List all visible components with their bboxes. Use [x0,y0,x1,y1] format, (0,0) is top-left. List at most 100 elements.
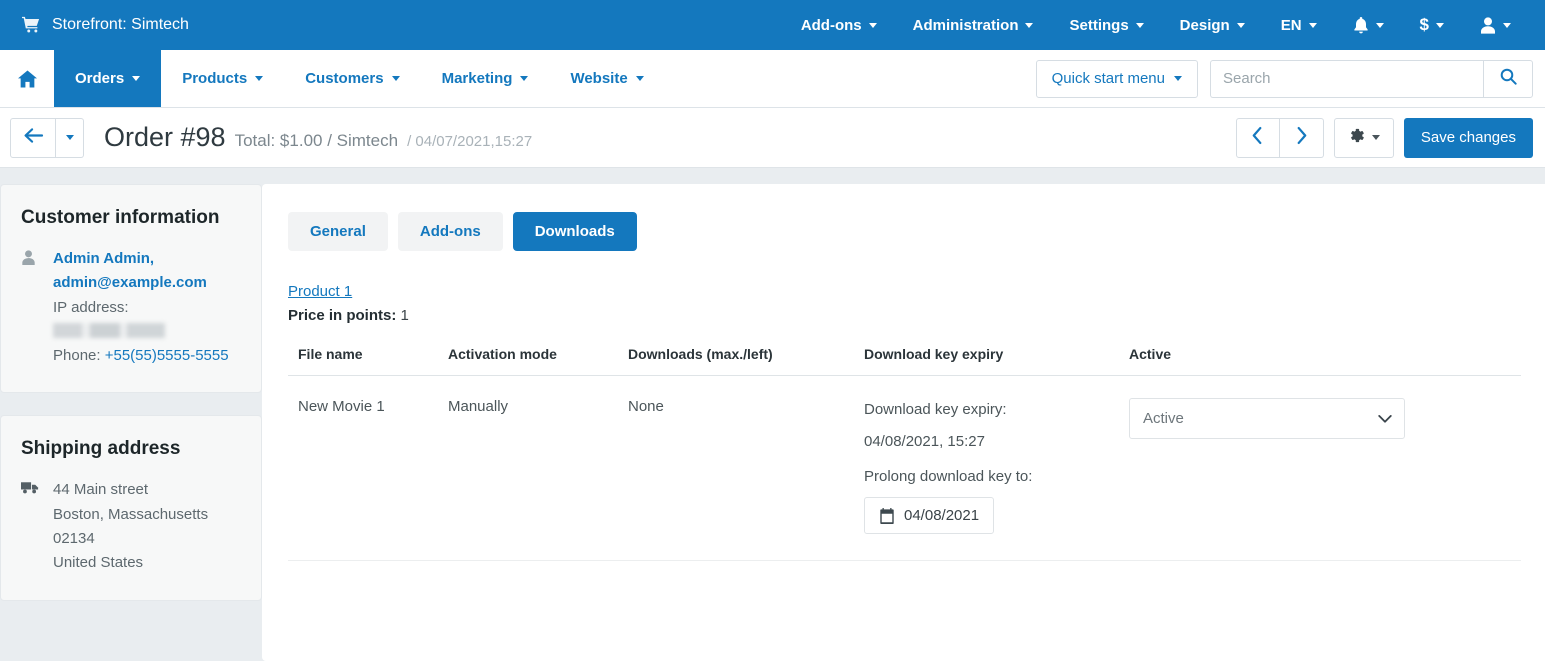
downloads-table: File name Activation mode Downloads (max… [288,346,1521,562]
shipping-address-lines: 44 Main street Boston, Massachusetts 021… [53,478,208,575]
topbar-item-language[interactable]: EN [1263,9,1335,42]
truck-icon [21,478,39,575]
nav-item-website[interactable]: Website [549,50,664,107]
order-total: Total: $1.00 / Simtech [234,131,399,150]
cell-file-name: New Movie 1 [288,375,438,562]
cell-downloads: None [618,375,854,562]
order-header-bar: Order #98 Total: $1.00 / Simtech / 04/07… [0,108,1545,168]
person-icon [21,247,39,368]
chevron-down-icon [132,76,141,81]
user-icon [1480,16,1496,34]
customer-email-link[interactable]: admin@example.com [53,274,207,291]
topbar-menu: Add-ons Administration Settings Design E… [783,7,1529,43]
nav-label-website: Website [570,70,628,87]
cell-active: Active Disabled [1119,375,1521,562]
header-activation-mode: Activation mode [438,346,618,376]
prolong-label: Prolong download key to: [864,468,1033,486]
home-button[interactable] [0,50,54,107]
nav-label-customers: Customers [305,70,384,87]
customer-ip-row: IP address: [53,296,241,345]
active-select[interactable]: Active Disabled [1129,398,1405,439]
chevron-down-icon [1503,22,1511,28]
tab-add-ons[interactable]: Add-ons [397,212,503,251]
next-order-button[interactable] [1279,117,1324,158]
back-button-group [10,117,84,158]
cart-icon [22,16,40,34]
gear-icon [1348,127,1365,149]
order-settings-button[interactable] [1333,117,1394,158]
chevron-down-icon [65,135,74,140]
downloads-table-body: New Movie 1 Manually None Download key e… [288,375,1521,562]
chevron-down-icon [1236,22,1245,28]
chevron-left-icon [1251,126,1264,150]
topbar-item-add-ons[interactable]: Add-ons [783,9,895,42]
shipping-address-panel: Shipping address 44 Main street Boston, … [0,415,262,601]
save-changes-button[interactable]: Save changes [1403,117,1533,158]
expiry-value: 04/08/2021, 15:27 [864,433,985,451]
arrow-left-icon [23,127,44,149]
shipping-line-2: Boston, Massachusetts [53,505,209,523]
nav-label-marketing: Marketing [441,70,513,87]
search-input[interactable] [1210,59,1483,98]
chevron-down-icon [391,76,400,81]
currency-menu[interactable]: $ [1402,7,1462,43]
topbar-label-language: EN [1280,16,1302,34]
topbar-item-settings[interactable]: Settings [1051,9,1161,42]
account-menu[interactable] [1462,9,1529,42]
tab-general[interactable]: General [288,212,388,251]
price-in-points-label: Price in points: [288,307,397,324]
previous-order-button[interactable] [1235,117,1280,158]
expiry-label: Download key expiry: [864,401,1007,418]
back-button[interactable] [10,117,56,158]
nav-label-orders: Orders [75,70,125,87]
customer-information-panel: Customer information Admin Admin, admin@… [0,184,262,394]
topbar-item-administration[interactable]: Administration [895,9,1052,42]
topbar-item-design[interactable]: Design [1162,9,1263,42]
chevron-down-icon [1135,22,1144,28]
notifications-menu[interactable] [1335,9,1402,42]
nav-item-customers[interactable]: Customers [284,50,420,107]
storefront-label: Storefront: Simtech [52,16,189,33]
main-navigation: Orders Products Customers Marketing Webs… [0,50,1545,108]
chevron-right-icon [1295,126,1308,150]
shipping-line-4: United States [53,554,144,572]
header-download-key-expiry: Download key expiry [854,346,1119,376]
quick-start-menu-button[interactable]: Quick start menu [1035,59,1198,98]
header-file-name: File name [288,346,438,376]
customer-info-row: Admin Admin, admin@example.com IP addres… [21,247,241,368]
chevron-down-icon [255,76,264,81]
order-pager [1235,117,1324,158]
product-link[interactable]: Product 1 [288,283,352,300]
back-dropdown-button[interactable] [56,117,84,158]
nav-label-products: Products [182,70,248,87]
customer-name-link[interactable]: Admin Admin, [53,250,154,267]
customer-information-heading: Customer information [21,207,220,228]
main-panel: General Add-ons Downloads Product 1 Pric… [262,184,1545,661]
home-icon [17,69,37,88]
chevron-down-icon [1436,22,1444,28]
customer-phone-row: Phone: +55(55)5555-5555 [53,344,241,368]
shipping-line-1: 44 Main street [53,481,149,499]
tab-downloads[interactable]: Downloads [512,212,637,251]
nav-item-marketing[interactable]: Marketing [421,50,550,107]
page-content: Customer information Admin Admin, admin@… [0,168,1545,661]
header-active: Active [1119,346,1521,376]
sidebar: Customer information Admin Admin, admin@… [0,168,262,623]
page-title: Order #98 [104,122,226,152]
nav-item-orders[interactable]: Orders [54,50,162,107]
price-in-points: Price in points: 1 [288,307,1521,324]
phone-link[interactable]: +55(55)5555-5555 [105,347,229,364]
ip-address-label: IP address: [53,298,129,316]
phone-label: Phone: [53,347,101,365]
chevron-down-icon [1025,22,1034,28]
customer-email-row: admin@example.com [53,271,241,295]
storefront-brand[interactable]: Storefront: Simtech [22,16,189,34]
calendar-icon [879,507,895,524]
nav-item-products[interactable]: Products [161,50,284,107]
prolong-date-picker[interactable]: 04/08/2021 [864,497,995,535]
shipping-line-3: 02134 [53,530,95,548]
chevron-down-icon [1174,76,1182,81]
search-button[interactable] [1483,59,1533,98]
chevron-down-icon [520,76,529,81]
